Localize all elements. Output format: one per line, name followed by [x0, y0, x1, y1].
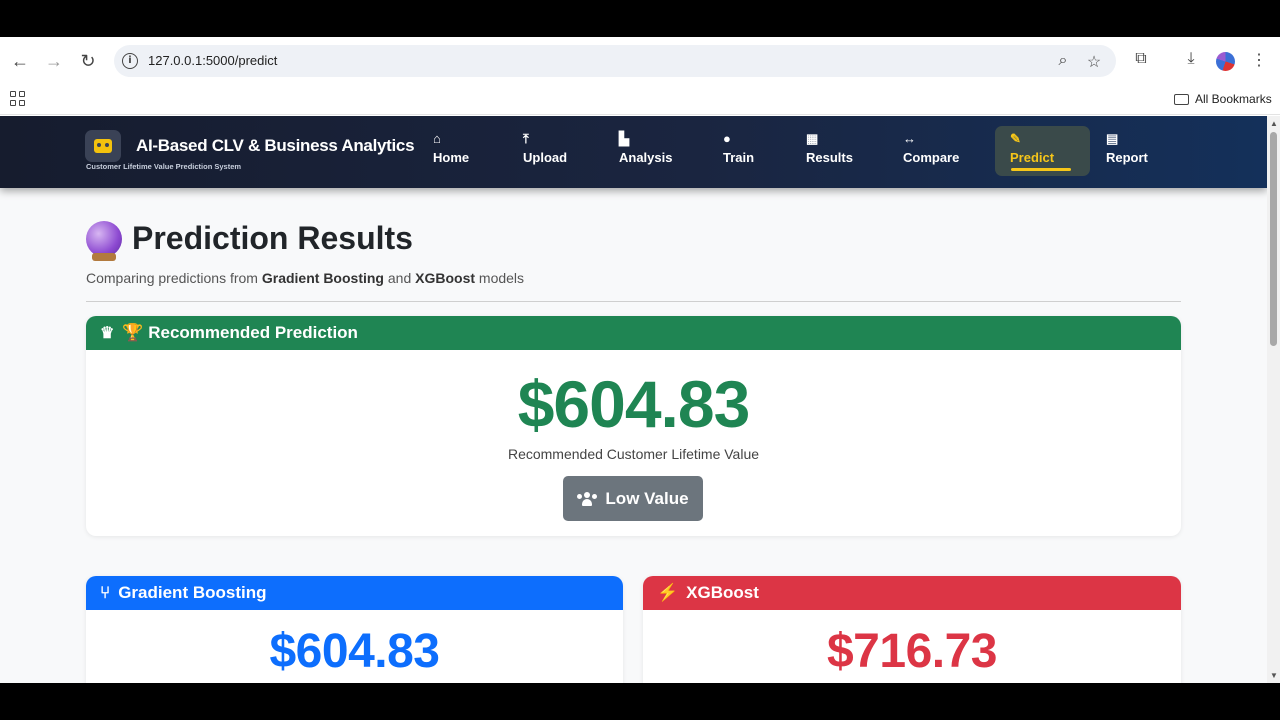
gradient-boosting-header: ⑂ Gradient Boosting [86, 576, 623, 610]
nav-predict[interactable]: ✎ Predict [995, 126, 1090, 176]
nav-results[interactable]: ▦ Results [806, 130, 853, 176]
back-icon[interactable]: ← [9, 50, 31, 72]
site-info-icon[interactable]: i [122, 53, 138, 69]
segment-badge[interactable]: Low Value [563, 476, 703, 521]
nav-train[interactable]: ● Train [723, 130, 754, 176]
menu-kebab-icon[interactable]: ⋮ [1248, 50, 1270, 72]
brain-icon: ● [723, 131, 731, 146]
address-bar[interactable]: i 127.0.0.1:5000/predict ⌕ ☆ [114, 45, 1116, 77]
xgboost-value: $716.73 [826, 625, 998, 678]
page-title: Prediction Results [86, 220, 413, 261]
pencil-icon: ✎ [1010, 131, 1021, 146]
crown-icon: ♛ [100, 325, 115, 342]
segment-label: Low Value [605, 488, 689, 508]
page-title-text: Prediction Results [132, 220, 413, 256]
scroll-up-icon[interactable]: ▲ [1270, 119, 1278, 128]
url-text[interactable]: 127.0.0.1:5000/predict [148, 53, 277, 68]
xgboost-title: XGBoost [686, 583, 759, 602]
page-viewport: AI-Based CLV & Business Analytics Custom… [0, 116, 1267, 683]
app-navbar: AI-Based CLV & Business Analytics Custom… [0, 116, 1267, 188]
recommended-header-text: 🏆 Recommended Prediction [122, 323, 358, 342]
extensions-icon[interactable]: ⧉ [1130, 50, 1152, 72]
lightning-icon: ⚡ [657, 583, 679, 602]
home-icon: ⌂ [433, 131, 441, 146]
nav-analysis-label: Analysis [619, 150, 673, 165]
profile-avatar[interactable] [1216, 52, 1235, 71]
recommended-card: ♛ 🏆 Recommended Prediction $604.83 Recom… [86, 316, 1181, 536]
model-a-name: Gradient Boosting [261, 270, 384, 286]
arrows-icon: ↔ [903, 131, 916, 146]
gradient-boosting-value: $604.83 [269, 625, 440, 678]
xgboost-card: ⚡ XGBoost $716.73 [643, 576, 1181, 683]
nav-upload-label: Upload [523, 150, 568, 165]
download-icon[interactable]: ⤓ [1180, 50, 1202, 72]
document-icon: ▤ [1106, 131, 1119, 146]
page-scrollbar[interactable]: ▲ ▼ [1267, 116, 1280, 683]
nav-home-label: Home [433, 150, 470, 165]
zoom-icon[interactable]: ⌕ [1054, 52, 1072, 70]
browser-window: ← → ↻ i 127.0.0.1:5000/predict ⌕ ☆ ⧉ ⤓ ⋮… [0, 37, 1280, 683]
all-bookmarks-label: All Bookmarks [1195, 92, 1272, 106]
active-underline [1011, 168, 1071, 171]
brand-subtitle: Customer Lifetime Value Prediction Syste… [86, 162, 242, 171]
browser-toolbar: ← → ↻ i 127.0.0.1:5000/predict ⌕ ☆ ⧉ ⤓ ⋮ [0, 37, 1280, 84]
recommended-value: $604.83 [517, 367, 751, 441]
crystal-ball-icon [86, 220, 122, 261]
branch-icon: ⑂ [100, 583, 111, 602]
chart-icon: ▙ [619, 131, 629, 146]
nav-upload[interactable]: ⤒ Upload [523, 130, 567, 176]
table-icon: ▦ [806, 131, 819, 146]
upload-icon: ⤒ [523, 131, 529, 146]
page-subtitle: Comparing predictions from Gradient Boos… [86, 270, 525, 286]
recommended-caption: Recommended Customer Lifetime Value [507, 446, 760, 462]
forward-icon[interactable]: → [43, 50, 65, 72]
nav-report[interactable]: ▤ Report [1106, 130, 1148, 176]
bookmark-star-icon[interactable]: ☆ [1085, 52, 1103, 71]
nav-predict-label: Predict [1010, 150, 1055, 165]
nav-home[interactable]: ⌂ Home [433, 130, 469, 176]
scroll-down-icon[interactable]: ▼ [1270, 671, 1278, 680]
robot-logo-icon[interactable] [85, 130, 121, 162]
users-icon [577, 491, 598, 506]
gradient-boosting-card: ⑂ Gradient Boosting $604.83 [86, 576, 623, 683]
nav-analysis[interactable]: ▙ Analysis [619, 130, 672, 176]
gradient-boosting-title: Gradient Boosting [118, 583, 267, 602]
nav-train-label: Train [723, 150, 755, 165]
divider [86, 301, 1181, 302]
brand-title[interactable]: AI-Based CLV & Business Analytics [136, 136, 415, 156]
xgboost-header: ⚡ XGBoost [643, 576, 1181, 610]
nav-results-label: Results [806, 150, 853, 165]
nav-compare-label: Compare [903, 150, 960, 165]
reload-icon[interactable]: ↻ [77, 50, 99, 72]
nav-compare[interactable]: ↔ Compare [903, 130, 959, 176]
all-bookmarks-button[interactable]: All Bookmarks [1174, 92, 1272, 106]
model-b-name: XGBoost [415, 270, 476, 286]
scrollbar-thumb[interactable] [1270, 132, 1277, 346]
recommended-header: ♛ 🏆 Recommended Prediction [86, 316, 1181, 350]
apps-grid-icon[interactable] [10, 91, 26, 107]
bookmarks-bar: All Bookmarks [0, 84, 1280, 115]
nav-report-label: Report [1106, 150, 1148, 165]
folder-icon [1174, 93, 1189, 105]
